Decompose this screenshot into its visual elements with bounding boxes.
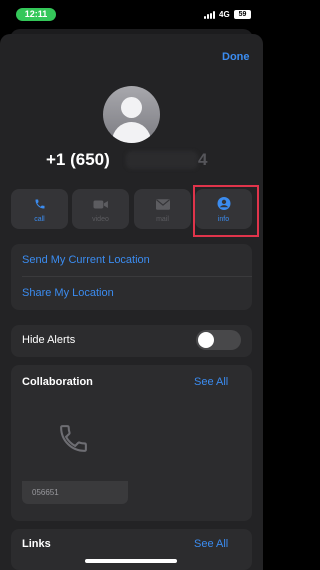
network-type: 4G [219, 10, 230, 19]
mail-label: mail [156, 216, 169, 223]
location-card: Send My Current Location Share My Locati… [11, 244, 252, 310]
hide-alerts-label: Hide Alerts [22, 334, 76, 346]
contact-avatar [103, 86, 160, 143]
links-see-all-link[interactable]: See All [194, 538, 228, 550]
done-button[interactable]: Done [222, 51, 250, 63]
video-label: video [92, 216, 109, 223]
cellular-signal-icon [204, 11, 217, 19]
status-bar: 12:11 4G 59 [0, 0, 263, 26]
collaboration-title: Collaboration [22, 376, 93, 388]
send-current-location-link[interactable]: Send My Current Location [22, 254, 150, 266]
contact-phone-number-suffix: 4 [198, 150, 208, 169]
battery-icon: 59 [234, 10, 251, 19]
share-location-link[interactable]: Share My Location [22, 287, 114, 299]
video-button[interactable]: video [72, 189, 129, 229]
phone-icon [34, 197, 46, 215]
home-indicator[interactable] [85, 559, 177, 563]
redacted-number-digits [126, 151, 198, 169]
envelope-icon [155, 197, 170, 215]
location-divider [22, 276, 252, 277]
status-time[interactable]: 12:11 [16, 8, 56, 21]
call-button[interactable]: call [11, 189, 68, 229]
call-label: call [34, 216, 45, 223]
links-card: Links See All [11, 529, 252, 570]
phone-outline-icon [57, 422, 90, 460]
contact-phone-number: +1 (650) [46, 150, 110, 169]
collaboration-see-all-link[interactable]: See All [194, 376, 228, 388]
links-title: Links [22, 538, 51, 550]
video-camera-icon [93, 197, 108, 215]
info-highlight-box [193, 185, 259, 237]
hide-alerts-toggle[interactable] [196, 330, 241, 350]
collaboration-attachment[interactable]: 056651 [22, 481, 128, 504]
toggle-knob [198, 332, 214, 348]
mail-button[interactable]: mail [134, 189, 191, 229]
